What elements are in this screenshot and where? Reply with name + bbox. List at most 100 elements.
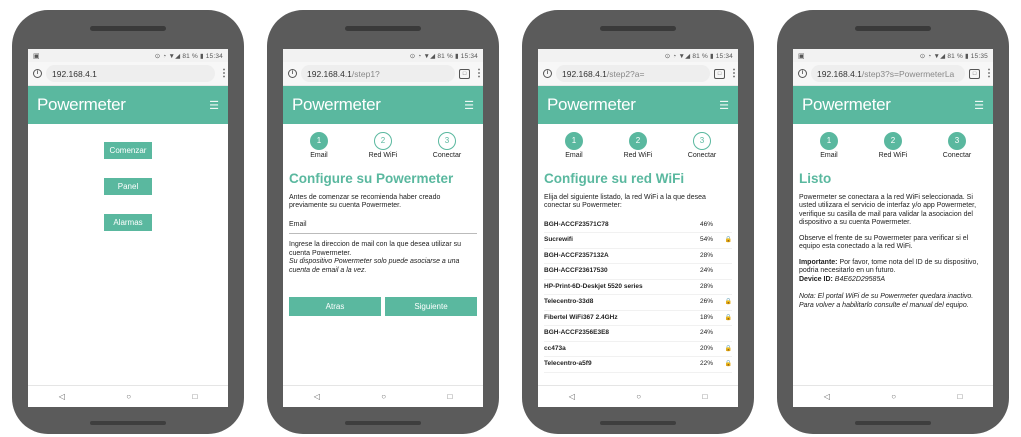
step-label: Email (565, 152, 583, 159)
step-number: 3 (693, 132, 711, 150)
url-field[interactable]: 192.168.4.1/step3?s=PowermeterLa (811, 65, 965, 82)
wifi-network-row[interactable]: Telecentro-a5f9 22% 🔒 (544, 357, 732, 373)
email-field[interactable]: Email (289, 221, 477, 234)
hamburger-menu-icon[interactable]: ☰ (974, 99, 984, 112)
wifi-network-row[interactable]: Fibertel WiFi367 2.4GHz 18% 🔒 (544, 311, 732, 326)
wifi-network-row[interactable]: HP-Print-6D-Deskjet 5520 series 28% (544, 280, 732, 295)
wifi-network-row[interactable]: BGH-ACCF23617530 24% (544, 264, 732, 280)
network-ssid: cc473a (544, 344, 566, 352)
url-path: /step2?a= (606, 68, 645, 79)
step-indicator: 1 Email 2 Red WiFi 3 Conectar (799, 124, 987, 161)
atras-button[interactable]: Atras (289, 297, 381, 316)
browser-menu-icon[interactable]: ⋮ (219, 68, 228, 79)
info-icon[interactable]: i (798, 69, 807, 78)
hamburger-menu-icon[interactable]: ☰ (209, 99, 219, 112)
back-nav-icon[interactable]: ◁ (59, 392, 65, 401)
earpiece-speaker (345, 26, 421, 31)
browser-url-bar: i 192.168.4.1/step1? □ ⋮ (283, 62, 483, 86)
wifi-network-row[interactable]: Telecentro-33d8 26% 🔒 (544, 295, 732, 311)
phone-home: ▣ ⊙ ◔ ▼◢ 81 % ▮ 15:34 i 192.168.4.1 ⋮ Po… (12, 10, 244, 434)
app-header: Powermeter ☰ (28, 86, 228, 124)
wifi-network-row[interactable]: BGH-ACCF23571C78 46% (544, 218, 732, 233)
android-nav-bar: ◁ ○ □ (793, 385, 993, 407)
step-label: Email (310, 152, 328, 159)
wifi-network-row[interactable]: BGH-ACCF2356E3E8 24% (544, 326, 732, 342)
url-host: 192.168.4.1 (562, 68, 607, 79)
hamburger-menu-icon[interactable]: ☰ (719, 99, 729, 112)
network-ssid: Sucrewifi (544, 236, 573, 243)
tabs-icon[interactable]: □ (714, 68, 725, 79)
hamburger-menu-icon[interactable]: ☰ (464, 99, 474, 112)
network-ssid: BGH-ACCF2356E3E8 (544, 329, 610, 336)
confirmation-text: Powermeter se conectara a la red WiFi se… (799, 193, 977, 227)
step3-content: 1 Email 2 Red WiFi 3 Conectar Listo Powe… (793, 124, 993, 385)
panel-button[interactable]: Panel (104, 178, 152, 195)
recents-nav-icon[interactable]: □ (192, 392, 197, 401)
status-notification-icon: ▣ (798, 52, 805, 60)
browser-url-bar: i 192.168.4.1/step3?s=PowermeterLa □ ⋮ (793, 62, 993, 86)
recents-nav-icon[interactable]: □ (957, 392, 962, 401)
step-red-wifi: 2 Red WiFi (357, 132, 409, 161)
device-id-value: B4E62D29585A (832, 275, 886, 283)
device-id-label: Device ID: (799, 275, 833, 283)
phone-screen: ⊙ ◔ ▼◢ 81 % ▮ 15:34 i 192.168.4.1/step1?… (283, 49, 483, 407)
url-field[interactable]: 192.168.4.1/step2?a= (556, 65, 710, 82)
url-path: /step1? (351, 68, 380, 79)
brand-logo: Powermeter (547, 95, 636, 114)
android-nav-bar: ◁ ○ □ (283, 385, 483, 407)
network-signal: 18% (700, 313, 714, 321)
url-field[interactable]: 192.168.4.1 (46, 65, 215, 82)
network-signal: 28% (700, 251, 714, 259)
back-nav-icon[interactable]: ◁ (569, 392, 575, 401)
step2-content: 1 Email 2 Red WiFi 3 Conectar Configure … (538, 124, 738, 385)
network-ssid: BGH-ACCF2357132A (544, 251, 609, 259)
phone-screen: ▣ ⊙ ◔ ▼◢ 81 % ▮ 15:34 i 192.168.4.1 ⋮ Po… (28, 49, 228, 407)
home-nav-icon[interactable]: ○ (891, 392, 896, 401)
recents-nav-icon[interactable]: □ (447, 392, 452, 401)
lock-icon: 🔒 (724, 237, 732, 243)
back-nav-icon[interactable]: ◁ (824, 392, 830, 401)
phone-chin (600, 421, 676, 425)
status-bar: ▣ ⊙ ◔ ▼◢ 81 % ▮ 15:34 (28, 49, 228, 62)
tabs-icon[interactable]: □ (969, 68, 980, 79)
siguiente-button[interactable]: Siguiente (385, 297, 477, 316)
url-host: 192.168.4.1 (52, 68, 97, 79)
info-icon[interactable]: i (288, 69, 297, 78)
recents-nav-icon[interactable]: □ (702, 392, 707, 401)
page-title: Configure su red WiFi (544, 170, 685, 186)
wifi-network-row[interactable]: BGH-ACCF2357132A 28% (544, 249, 732, 264)
phone-chin (855, 421, 931, 425)
back-nav-icon[interactable]: ◁ (314, 392, 320, 401)
tabs-icon[interactable]: □ (459, 68, 470, 79)
important-note: Importante: Por favor, tome nota del ID … (799, 259, 987, 276)
browser-menu-icon[interactable]: ⋮ (474, 68, 483, 79)
info-icon[interactable]: i (543, 69, 552, 78)
url-field[interactable]: 192.168.4.1/step1? (301, 65, 455, 82)
network-ssid: BGH-ACCF23571C78 (544, 220, 609, 228)
alarmas-button[interactable]: Alarmas (104, 214, 152, 231)
browser-menu-icon[interactable]: ⋮ (729, 68, 738, 79)
home-nav-icon[interactable]: ○ (636, 392, 641, 401)
phone-step2: ⊙ ◔ ▼◢ 81 % ▮ 15:34 i 192.168.4.1/step2?… (522, 10, 754, 434)
email-help-text: Ingrese la direccion de mail con la que … (289, 241, 461, 257)
important-label: Importante: (799, 258, 838, 266)
step-number: 1 (565, 132, 583, 150)
status-bar: ⊙ ◔ ▼◢ 81 % ▮ 15:34 (283, 49, 483, 62)
home-nav-icon[interactable]: ○ (381, 392, 386, 401)
browser-menu-icon[interactable]: ⋮ (984, 68, 993, 79)
browser-url-bar: i 192.168.4.1 ⋮ (28, 62, 228, 86)
info-icon[interactable]: i (33, 69, 42, 78)
comenzar-button[interactable]: Comenzar (104, 142, 152, 159)
phone-screen: ▣ ⊙ ◔ ▼◢ 81 % ▮ 15:35 i 192.168.4.1/step… (793, 49, 993, 407)
phone-chin (90, 421, 166, 425)
earpiece-speaker (855, 26, 931, 31)
step-indicator: 1 Email 2 Red WiFi 3 Conectar (544, 124, 732, 161)
network-signal: 24% (700, 329, 714, 336)
step-conectar: 3 Conectar (676, 132, 728, 161)
home-nav-icon[interactable]: ○ (126, 392, 131, 401)
verify-text: Observe el frente de su Powermeter para … (799, 234, 969, 251)
phone-screen: ⊙ ◔ ▼◢ 81 % ▮ 15:34 i 192.168.4.1/step2?… (538, 49, 738, 407)
wifi-network-row[interactable]: Sucrewifi 54% 🔒 (544, 233, 732, 249)
status-indicators: ⊙ ◔ ▼◢ 81 % ▮ 15:35 (919, 52, 988, 60)
wifi-network-row[interactable]: cc473a 20% 🔒 (544, 342, 732, 357)
